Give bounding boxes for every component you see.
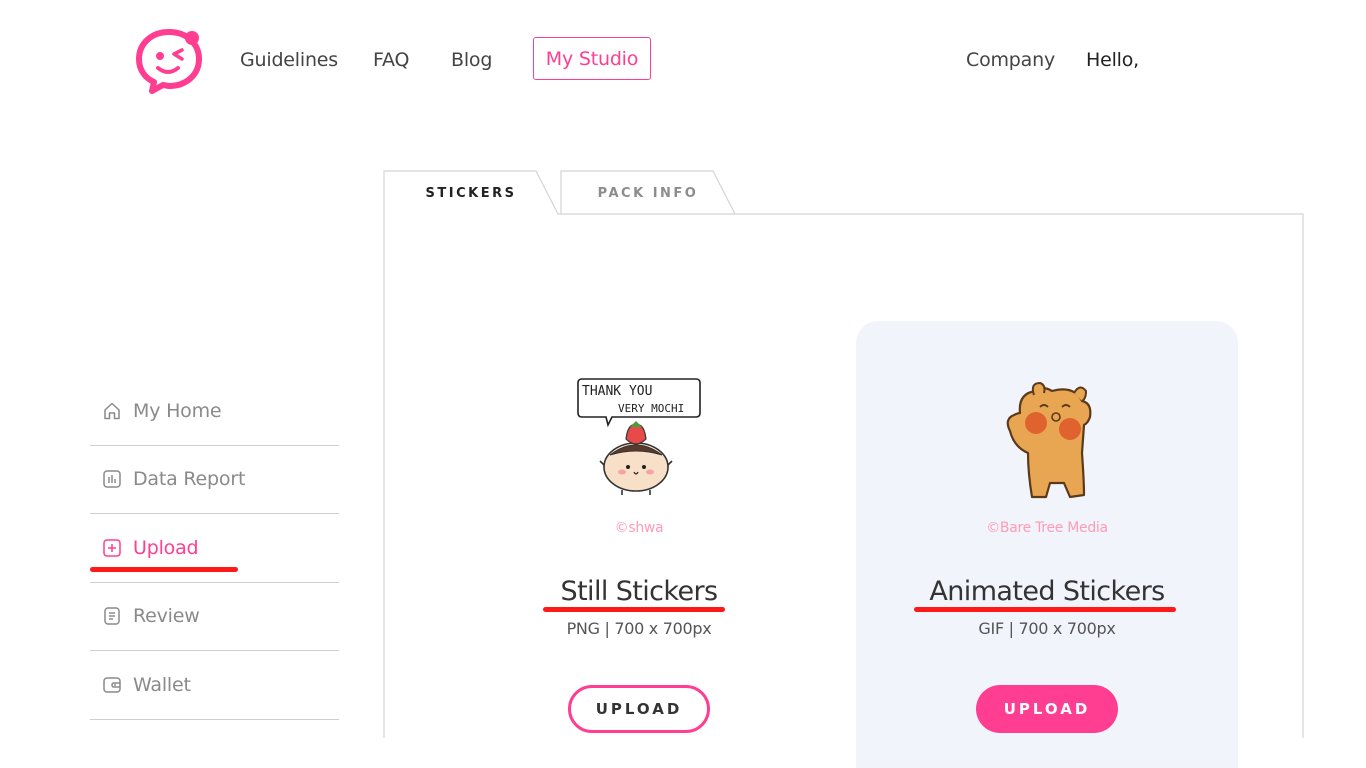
upload-still-button[interactable]: UPLOAD xyxy=(568,685,710,733)
sidebar-item-label: Wallet xyxy=(133,673,191,696)
nav-my-studio-button[interactable]: My Studio xyxy=(533,37,651,80)
home-icon xyxy=(104,402,120,419)
animated-stickers-card: ©Bare Tree Media Animated Stickers GIF |… xyxy=(856,321,1238,768)
still-stickers-spec: PNG | 700 x 700px xyxy=(566,619,712,638)
sidebar-item-my-home[interactable]: My Home xyxy=(90,377,339,446)
wallet-icon xyxy=(103,677,121,693)
nav-blog-link[interactable]: Blog xyxy=(451,47,492,73)
user-greeting[interactable]: Hello, xyxy=(1086,47,1139,73)
sticker-text-line1: THANK YOU xyxy=(582,384,652,399)
animated-stickers-spec: GIF | 700 x 700px xyxy=(978,619,1116,638)
mochi-sticker-illustration: THANK YOU VERY MOCHI xyxy=(577,378,701,495)
sidebar-item-label: My Home xyxy=(133,399,222,422)
top-header: Guidelines FAQ Blog My Studio Company He… xyxy=(0,0,1366,120)
nav-faq-link[interactable]: FAQ xyxy=(373,47,409,73)
sticker-credit: ©Bare Tree Media xyxy=(986,520,1108,536)
bar-chart-icon xyxy=(103,470,121,488)
sidebar-item-label: Data Report xyxy=(133,468,246,491)
sticker-text-line2: VERY MOCHI xyxy=(618,402,684,415)
plus-square-icon xyxy=(103,539,121,557)
sticker-credit: ©shwa xyxy=(614,520,664,536)
title-annotation-underline xyxy=(543,607,725,612)
sidebar-item-wallet[interactable]: Wallet xyxy=(90,651,339,720)
nav-company-link[interactable]: Company xyxy=(966,47,1055,73)
sidebar-nav: My Home Data Report Upload Review Wallet xyxy=(90,377,339,720)
document-icon xyxy=(104,607,120,625)
sidebar-item-upload[interactable]: Upload xyxy=(90,514,339,583)
logo-icon[interactable] xyxy=(134,28,204,94)
sidebar-item-label: Review xyxy=(133,605,200,628)
upload-annotation-underline xyxy=(90,567,238,572)
sidebar-item-data-report[interactable]: Data Report xyxy=(90,446,339,514)
sidebar-item-review[interactable]: Review xyxy=(90,583,339,651)
bear-sticker-illustration xyxy=(1006,381,1092,499)
animated-stickers-title: Animated Stickers xyxy=(929,576,1165,607)
still-stickers-card: THANK YOU VERY MOCHI ©shwa Still Sticker… xyxy=(448,321,830,768)
title-annotation-underline xyxy=(914,607,1176,612)
tab-stickers[interactable]: STICKERS xyxy=(383,171,559,215)
tab-pack-info[interactable]: PACK INFO xyxy=(560,171,736,215)
sidebar-item-label: Upload xyxy=(133,536,199,559)
nav-guidelines-link[interactable]: Guidelines xyxy=(240,47,338,73)
upload-animated-button[interactable]: UPLOAD xyxy=(976,685,1118,733)
still-stickers-title: Still Stickers xyxy=(560,576,719,607)
